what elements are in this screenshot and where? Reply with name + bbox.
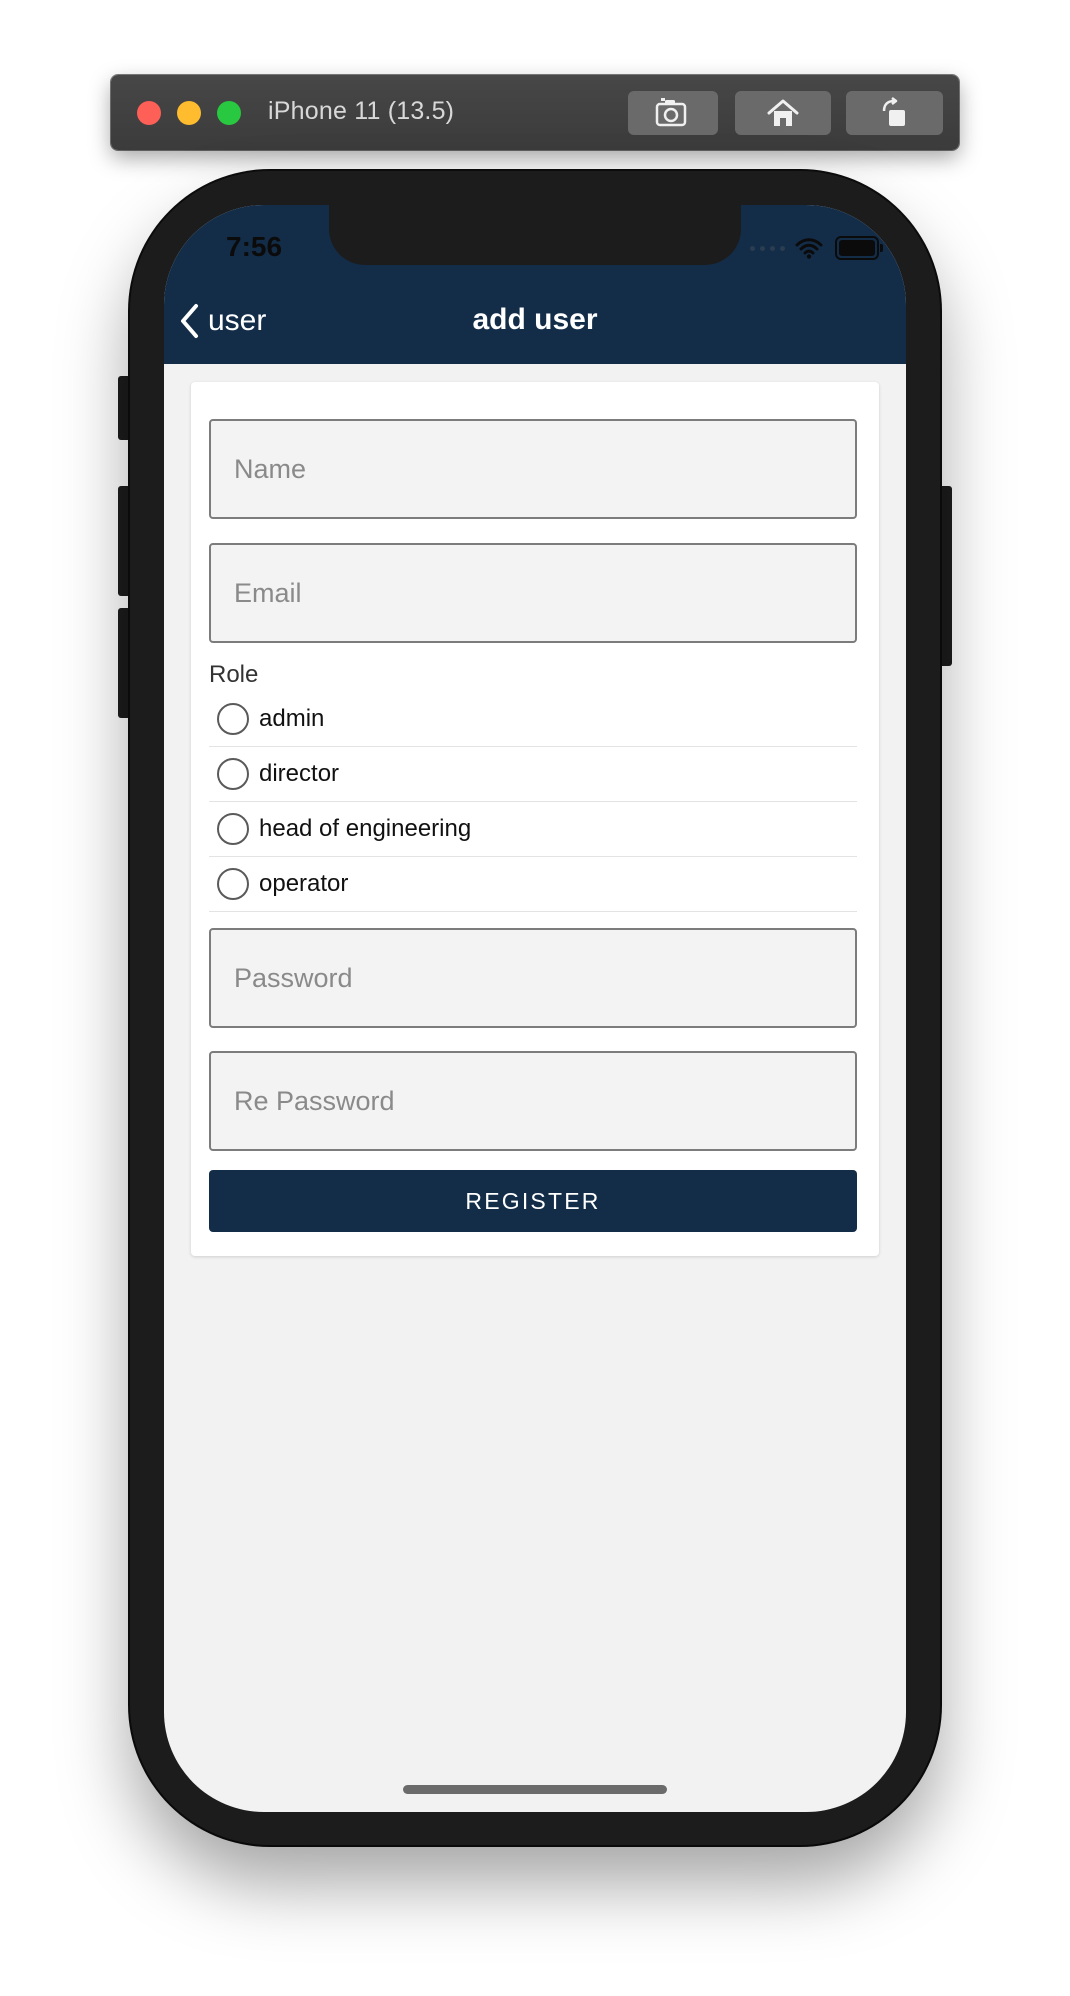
screenshot-button[interactable] — [628, 91, 718, 135]
power-button — [938, 486, 952, 666]
role-radio-group: admin director head of engineering opera… — [209, 692, 857, 912]
role-option-label: operator — [259, 870, 349, 897]
repassword-input[interactable] — [211, 1053, 855, 1149]
role-option-label: director — [259, 760, 340, 787]
name-field-container — [209, 419, 857, 519]
add-user-form: Role admin director head of engineering … — [191, 382, 879, 1256]
role-option-head-of-engineering[interactable]: head of engineering — [209, 802, 857, 857]
wifi-icon — [795, 238, 823, 259]
radio-button-icon[interactable] — [217, 758, 249, 790]
role-option-director[interactable]: director — [209, 747, 857, 802]
radio-button-icon[interactable] — [217, 703, 249, 735]
role-option-admin[interactable]: admin — [209, 692, 857, 747]
role-option-operator[interactable]: operator — [209, 857, 857, 912]
home-indicator[interactable] — [403, 1785, 667, 1794]
name-input[interactable] — [211, 421, 855, 517]
battery-icon — [835, 236, 883, 260]
role-option-label: admin — [259, 705, 325, 732]
minimize-window-button[interactable] — [177, 101, 201, 125]
notch — [329, 205, 741, 265]
simulator-toolbar: iPhone 11 (13.5) — [111, 75, 959, 150]
phone-screen: 7:56 user add user Name Email Role admin… — [164, 205, 906, 1812]
radio-button-icon[interactable] — [217, 868, 249, 900]
home-button[interactable] — [735, 91, 831, 135]
zoom-window-button[interactable] — [217, 101, 241, 125]
rotate-button[interactable] — [846, 91, 943, 135]
rotate-icon — [882, 97, 905, 126]
home-icon — [767, 99, 799, 126]
camera-icon — [655, 98, 687, 127]
radio-button-icon[interactable] — [217, 813, 249, 845]
role-option-label: head of engineering — [259, 815, 472, 842]
status-time: 7:56 — [226, 231, 283, 262]
password-input[interactable] — [211, 930, 855, 1026]
register-button[interactable]: REGISTER — [209, 1170, 857, 1232]
role-label: Role — [209, 661, 259, 688]
signal-icon — [750, 245, 785, 251]
page-title: add user — [472, 303, 598, 336]
status-icons — [750, 233, 883, 263]
password-field-container — [209, 928, 857, 1028]
simulator-title: iPhone 11 (13.5) — [268, 97, 455, 125]
email-field-container — [209, 543, 857, 643]
email-input[interactable] — [211, 545, 855, 641]
repassword-field-container — [209, 1051, 857, 1151]
close-window-button[interactable] — [137, 101, 161, 125]
